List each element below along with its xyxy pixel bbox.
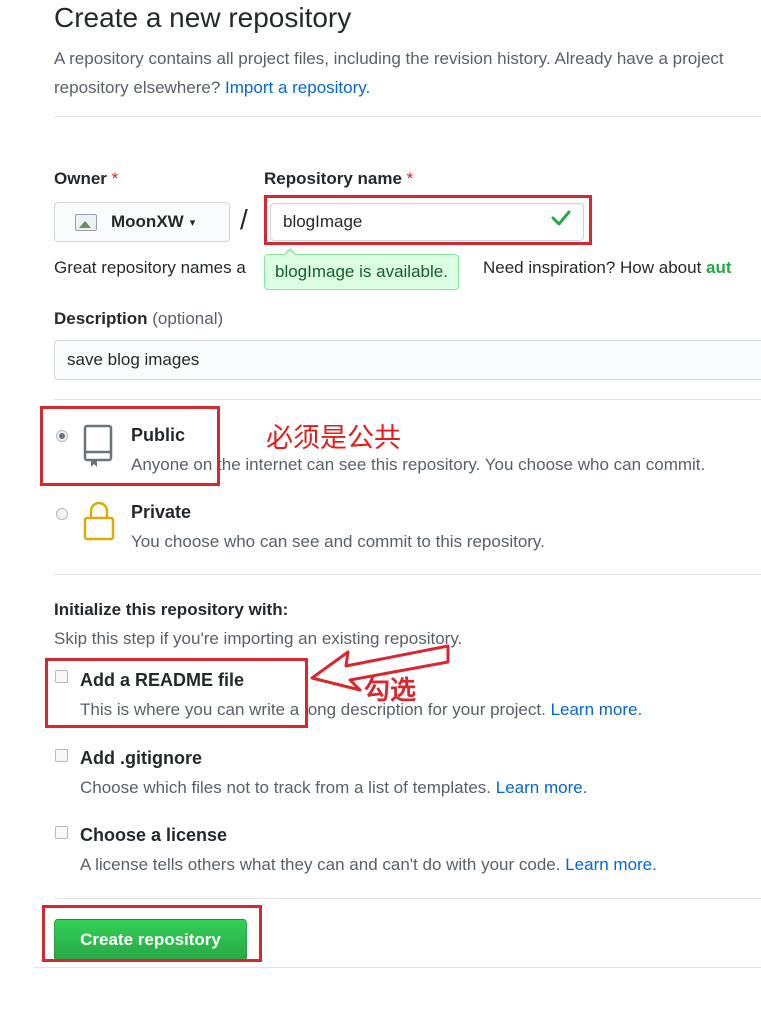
name-suggestion-link[interactable]: aut: [706, 258, 732, 277]
gitignore-checkbox[interactable]: [55, 749, 68, 762]
repo-name-required-mark: *: [406, 169, 414, 188]
description-label-text: Description: [54, 309, 148, 328]
repo-name-hint-suffix: Need inspiration? How about aut: [483, 258, 732, 278]
private-option-note: You choose who can see and commit to thi…: [131, 532, 545, 551]
description-input[interactable]: [54, 340, 761, 380]
gitignore-option-note: Choose which files not to track from a l…: [80, 778, 587, 798]
header-divider: [54, 116, 761, 117]
broken-image-icon: [75, 213, 97, 231]
readme-highlight-box: [45, 658, 308, 728]
availability-tooltip: blogImage is available.: [264, 248, 459, 290]
owner-name: MoonXW: [111, 212, 184, 231]
initialize-divider: [54, 574, 761, 575]
chevron-down-icon: ▾: [189, 216, 196, 229]
gitignore-option-title: Add .gitignore: [80, 748, 202, 768]
import-repository-link[interactable]: Import a repository.: [225, 78, 370, 97]
hint-suffix-text: Need inspiration? How about: [483, 258, 702, 277]
readme-annotation: 勾选: [364, 676, 417, 706]
license-note-text: A license tells others what they can and…: [80, 855, 561, 874]
visibility-divider: [54, 399, 761, 400]
repo-name-highlight-box: [264, 195, 592, 245]
public-annotation: 必须是公共: [266, 423, 401, 454]
repo-name-label: Repository name *: [264, 169, 413, 189]
private-option-title: Private: [131, 502, 192, 522]
gitignore-note-text: Choose which files not to track from a l…: [80, 778, 492, 797]
public-option-note: Anyone on the internet can see this repo…: [131, 455, 706, 474]
footer-divider: [34, 967, 761, 968]
license-option-note: A license tells others what they can and…: [80, 855, 657, 875]
owner-select[interactable]: MoonXW ▾: [54, 202, 230, 242]
create-button-highlight-box: [42, 905, 262, 962]
owner-label-text: Owner: [54, 169, 107, 188]
gitignore-learn-more-link[interactable]: Learn more.: [496, 778, 588, 797]
page-title: Create a new repository: [54, 2, 352, 33]
initialize-title: Initialize this repository with:: [54, 600, 289, 619]
owner-label: Owner *: [54, 169, 118, 189]
intro-text: A repository contains all project files,…: [54, 49, 724, 97]
repo-name-hint-prefix: Great repository names a: [54, 258, 246, 277]
license-learn-more-link[interactable]: Learn more.: [565, 855, 657, 874]
description-optional: (optional): [152, 309, 224, 328]
lock-icon: [83, 501, 115, 541]
readme-learn-more-link[interactable]: Learn more.: [551, 700, 643, 719]
public-highlight-box: [40, 406, 220, 486]
license-option-title: Choose a license: [80, 825, 228, 845]
repo-name-label-text: Repository name: [264, 169, 402, 188]
owner-required-mark: *: [111, 169, 119, 188]
submit-divider: [54, 898, 761, 899]
license-checkbox[interactable]: [55, 826, 68, 839]
description-label: Description (optional): [54, 309, 223, 329]
private-radio[interactable]: [56, 508, 68, 520]
page-intro: A repository contains all project files,…: [54, 44, 761, 102]
owner-repo-separator: /: [240, 204, 248, 235]
